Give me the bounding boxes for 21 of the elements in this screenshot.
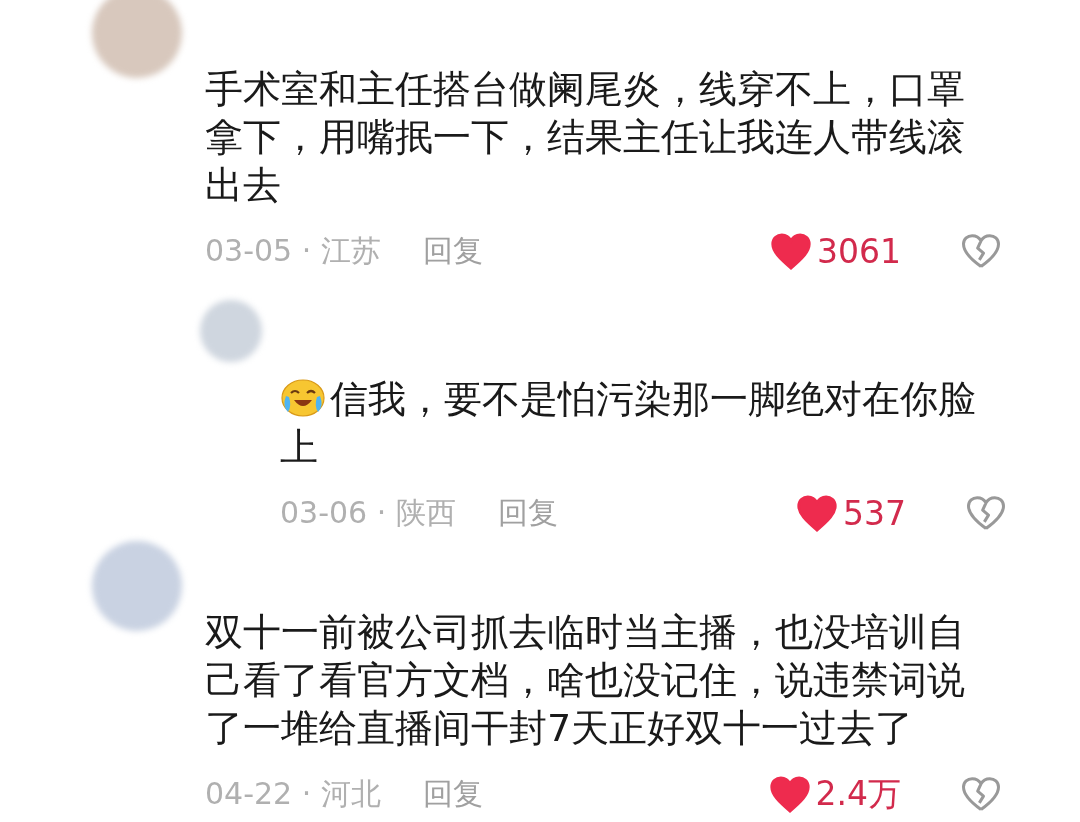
heart-icon — [797, 494, 837, 532]
comment-text: 信我，要不是怕污染那一脚绝对在你脸上 — [280, 376, 977, 471]
reply-button[interactable]: 回复 — [497, 492, 558, 534]
like-button[interactable]: 537 — [797, 493, 906, 533]
comment-date-location: 03-05 · 江苏 — [205, 231, 381, 270]
avatar[interactable] — [200, 300, 262, 362]
heart-icon — [769, 775, 810, 813]
reply-button[interactable]: 回复 — [422, 230, 483, 272]
broken-heart-icon[interactable] — [966, 494, 1006, 532]
comment-text: 双十一前被公司抓去临时当主播，也没培训自己看了看官方文档，啥也没记住，说违禁词说了一堆给直播间干封7天正好双十一过去了 — [205, 609, 966, 752]
heart-icon — [771, 232, 811, 270]
broken-heart-icon[interactable] — [961, 775, 1001, 813]
avatar[interactable] — [92, 0, 182, 78]
like-button[interactable]: 3061 — [771, 231, 901, 271]
comment-date-location: 04-22 · 河北 — [205, 774, 381, 813]
comment-date-location: 03-06 · 陕西 — [280, 493, 456, 532]
reply-button[interactable]: 回复 — [422, 773, 483, 815]
broken-heart-icon[interactable] — [961, 232, 1001, 270]
comment-text: 手术室和主任搭台做阑尾炎，线穿不上，口罩拿下，用嘴抿一下，结果主任让我连人带线滚出去 — [205, 66, 966, 209]
avatar[interactable] — [92, 541, 182, 631]
like-button[interactable]: 2.4万 — [769, 771, 901, 817]
